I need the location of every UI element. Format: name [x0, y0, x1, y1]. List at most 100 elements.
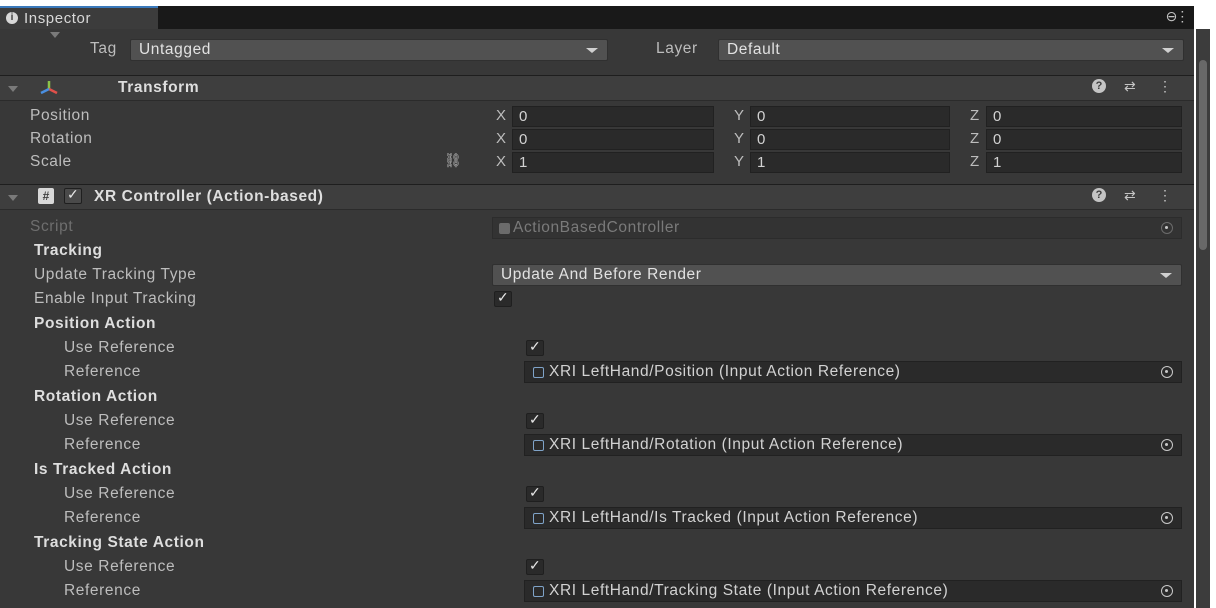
position-y-value: 0 [757, 108, 766, 125]
position-reference-value: XRI LeftHand/Position (Input Action Refe… [549, 363, 901, 380]
position-reference-field[interactable]: XRI LeftHand/Position (Input Action Refe… [524, 361, 1182, 383]
rotation-y-axis[interactable]: Y [734, 130, 745, 147]
transform-header[interactable]: Transform ? ⇄ ⋮ [0, 75, 1194, 101]
enable-input-checkbox[interactable]: ✓ [494, 289, 512, 307]
component-menu-icon[interactable]: ⋮ [1158, 187, 1173, 204]
object-picker-icon[interactable] [1161, 439, 1173, 451]
rotation-use-reference-label: Use Reference [64, 412, 176, 429]
chevron-down-icon [1160, 273, 1172, 278]
position-x-value: 0 [519, 108, 528, 125]
scale-y-value: 1 [757, 154, 766, 171]
position-z-field[interactable]: 0 [986, 106, 1182, 127]
check-icon: ✓ [529, 338, 542, 354]
script-component-icon: # [38, 188, 54, 204]
is-tracked-reference-label: Reference [64, 509, 141, 526]
rotation-reference-value: XRI LeftHand/Rotation (Input Action Refe… [549, 436, 904, 453]
tracking-state-action-header[interactable]: Tracking State Action [34, 534, 205, 552]
tag-label: Tag [90, 40, 117, 57]
tab-inspector[interactable]: i Inspector [0, 6, 158, 29]
rotation-z-field[interactable]: 0 [986, 129, 1182, 150]
is-tracked-use-reference-label: Use Reference [64, 485, 176, 502]
foldout-arrow-icon[interactable] [8, 195, 18, 201]
scale-z-field[interactable]: 1 [986, 152, 1182, 173]
rotation-x-value: 0 [519, 131, 528, 148]
position-use-reference-checkbox[interactable]: ✓ [526, 338, 544, 356]
component-enabled-checkbox[interactable]: ✓ [64, 186, 82, 204]
position-label: Position [30, 107, 90, 124]
position-reference-label: Reference [64, 363, 141, 380]
scale-y-field[interactable]: 1 [750, 152, 950, 173]
scale-z-axis[interactable]: Z [970, 153, 980, 170]
rotation-reference-field[interactable]: XRI LeftHand/Rotation (Input Action Refe… [524, 434, 1182, 456]
scale-z-value: 1 [993, 154, 1002, 171]
script-field: ActionBasedController [492, 217, 1182, 239]
position-action-header[interactable]: Position Action [34, 315, 156, 333]
check-icon: ✓ [529, 411, 542, 427]
window-menu-icon[interactable]: ⋮ [1175, 8, 1190, 25]
xr-controller-title: XR Controller (Action-based) [94, 188, 324, 205]
object-picker-icon[interactable] [1161, 366, 1173, 378]
component-menu-icon[interactable]: ⋮ [1158, 78, 1173, 95]
scale-x-field[interactable]: 1 [512, 152, 714, 173]
tab-label: Inspector [24, 10, 92, 27]
position-z-value: 0 [993, 108, 1002, 125]
script-label: Script [30, 218, 74, 235]
layer-label: Layer [656, 40, 698, 57]
info-icon: i [6, 12, 18, 24]
scrollbar-thumb[interactable] [1199, 60, 1207, 250]
transform-icon [40, 81, 58, 95]
rotation-x-field[interactable]: 0 [512, 129, 714, 150]
position-y-field[interactable]: 0 [750, 106, 950, 127]
layer-value: Default [727, 41, 781, 58]
check-icon: ✓ [529, 484, 542, 500]
rotation-y-value: 0 [757, 131, 766, 148]
is-tracked-use-reference-checkbox[interactable]: ✓ [526, 484, 544, 502]
rotation-label: Rotation [30, 130, 93, 147]
presets-icon[interactable]: ⇄ [1124, 187, 1136, 204]
link-icon[interactable]: ⛓ [444, 152, 462, 169]
foldout-arrow-icon[interactable] [8, 86, 18, 92]
help-icon[interactable]: ? [1092, 188, 1106, 202]
rotation-y-field[interactable]: 0 [750, 129, 950, 150]
scale-x-axis[interactable]: X [496, 153, 507, 170]
inspector-window: i Inspector ⊖ ⋮ Tag Untagged Layer Defau… [0, 6, 1194, 608]
tracking-state-use-reference-label: Use Reference [64, 558, 176, 575]
enable-input-label: Enable Input Tracking [34, 290, 197, 307]
rotation-z-axis[interactable]: Z [970, 130, 980, 147]
tracking-state-reference-label: Reference [64, 582, 141, 599]
transform-title: Transform [118, 79, 200, 96]
presets-icon[interactable]: ⇄ [1124, 78, 1136, 95]
is-tracked-reference-field[interactable]: XRI LeftHand/Is Tracked (Input Action Re… [524, 507, 1182, 529]
rotation-x-axis[interactable]: X [496, 130, 507, 147]
layer-dropdown[interactable]: Default [718, 39, 1184, 61]
object-picker-icon[interactable] [1161, 585, 1173, 597]
position-z-axis[interactable]: Z [970, 107, 980, 124]
check-icon: ✓ [497, 289, 510, 305]
rotation-z-value: 0 [993, 131, 1002, 148]
position-use-reference-label: Use Reference [64, 339, 176, 356]
scale-y-axis[interactable]: Y [734, 153, 745, 170]
script-asset-icon [499, 223, 510, 234]
input-action-icon [533, 513, 544, 524]
object-picker-icon [1161, 222, 1173, 234]
position-x-axis[interactable]: X [496, 107, 507, 124]
help-icon[interactable]: ? [1092, 79, 1106, 93]
tag-value: Untagged [139, 41, 212, 58]
update-tracking-dropdown[interactable]: Update And Before Render [492, 264, 1182, 286]
object-picker-icon[interactable] [1161, 512, 1173, 524]
position-x-field[interactable]: 0 [512, 106, 714, 127]
chevron-down-icon [586, 48, 598, 53]
rotation-use-reference-checkbox[interactable]: ✓ [526, 411, 544, 429]
is-tracked-action-header[interactable]: Is Tracked Action [34, 461, 172, 479]
check-icon: ✓ [67, 186, 80, 202]
chevron-down-icon [1162, 48, 1174, 53]
tag-dropdown[interactable]: Untagged [130, 39, 608, 61]
check-icon: ✓ [529, 557, 542, 573]
tracking-state-use-reference-checkbox[interactable]: ✓ [526, 557, 544, 575]
tracking-state-reference-field[interactable]: XRI LeftHand/Tracking State (Input Actio… [524, 580, 1182, 602]
tracking-state-reference-value: XRI LeftHand/Tracking State (Input Actio… [549, 582, 949, 599]
xr-controller-header[interactable]: # ✓ XR Controller (Action-based) ? ⇄ ⋮ [0, 184, 1194, 210]
rotation-action-header[interactable]: Rotation Action [34, 388, 158, 406]
collapse-arrow-icon[interactable] [50, 32, 60, 38]
position-y-axis[interactable]: Y [734, 107, 745, 124]
